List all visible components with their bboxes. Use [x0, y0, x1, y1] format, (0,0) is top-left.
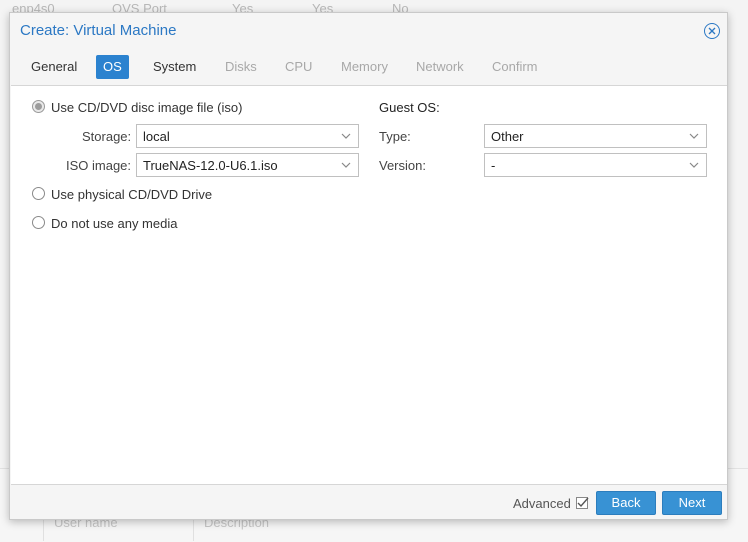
storage-value: local	[143, 129, 170, 144]
os-version-value: -	[491, 158, 496, 173]
os-type-select[interactable]: Other	[484, 124, 707, 148]
next-button[interactable]: Next	[662, 491, 722, 515]
tab-os[interactable]: OS	[96, 55, 129, 79]
advanced-checkbox[interactable]	[576, 497, 589, 509]
close-x-icon	[708, 27, 716, 35]
tab-system[interactable]: System	[146, 55, 203, 79]
dialog-footer: Advanced Back Next	[10, 485, 727, 519]
radio-use-physical[interactable]: Use physical CD/DVD Drive	[32, 186, 352, 204]
dialog-title: Create: Virtual Machine	[20, 22, 177, 39]
radio-use-iso[interactable]: Use CD/DVD disc image file (iso)	[32, 99, 352, 117]
os-panel: Use CD/DVD disc image file (iso) Storage…	[11, 85, 727, 485]
chevron-down-icon	[341, 133, 351, 139]
radio-no-media[interactable]: Do not use any media	[32, 215, 352, 233]
tab-cpu[interactable]: CPU	[278, 55, 319, 79]
radio-use-iso-label: Use CD/DVD disc image file (iso)	[51, 100, 243, 115]
radio-button-checked[interactable]	[32, 100, 45, 113]
os-version-select[interactable]: -	[484, 153, 707, 177]
back-button[interactable]: Back	[596, 491, 656, 515]
advanced-label: Advanced	[513, 496, 571, 511]
version-label: Version:	[379, 158, 426, 173]
radio-button[interactable]	[32, 216, 45, 229]
iso-image-value: TrueNAS-12.0-U6.1.iso	[143, 158, 278, 173]
close-icon[interactable]	[704, 23, 720, 39]
chevron-down-icon	[689, 133, 699, 139]
radio-no-media-label: Do not use any media	[51, 216, 178, 231]
guest-os-title: Guest OS:	[379, 100, 440, 115]
type-label: Type:	[379, 129, 411, 144]
dialog-titlebar: Create: Virtual Machine	[10, 13, 727, 49]
tab-network[interactable]: Network	[409, 55, 471, 79]
storage-select[interactable]: local	[136, 124, 359, 148]
chevron-down-icon	[341, 162, 351, 168]
tab-general[interactable]: General	[24, 55, 84, 79]
tab-confirm[interactable]: Confirm	[485, 55, 545, 79]
tab-memory[interactable]: Memory	[334, 55, 395, 79]
chevron-down-icon	[689, 162, 699, 168]
iso-image-select[interactable]: TrueNAS-12.0-U6.1.iso	[136, 153, 359, 177]
radio-use-physical-label: Use physical CD/DVD Drive	[51, 187, 213, 202]
checkmark-icon	[577, 497, 589, 508]
storage-label: Storage:	[82, 129, 132, 144]
radio-button[interactable]	[32, 187, 45, 200]
os-type-value: Other	[491, 129, 524, 144]
iso-image-label: ISO image:	[66, 158, 132, 173]
wizard-tabs: General OS System Disks CPU Memory Netwo…	[10, 55, 727, 81]
tab-disks[interactable]: Disks	[218, 55, 264, 79]
create-vm-dialog: Create: Virtual Machine General OS Syste…	[9, 12, 728, 520]
